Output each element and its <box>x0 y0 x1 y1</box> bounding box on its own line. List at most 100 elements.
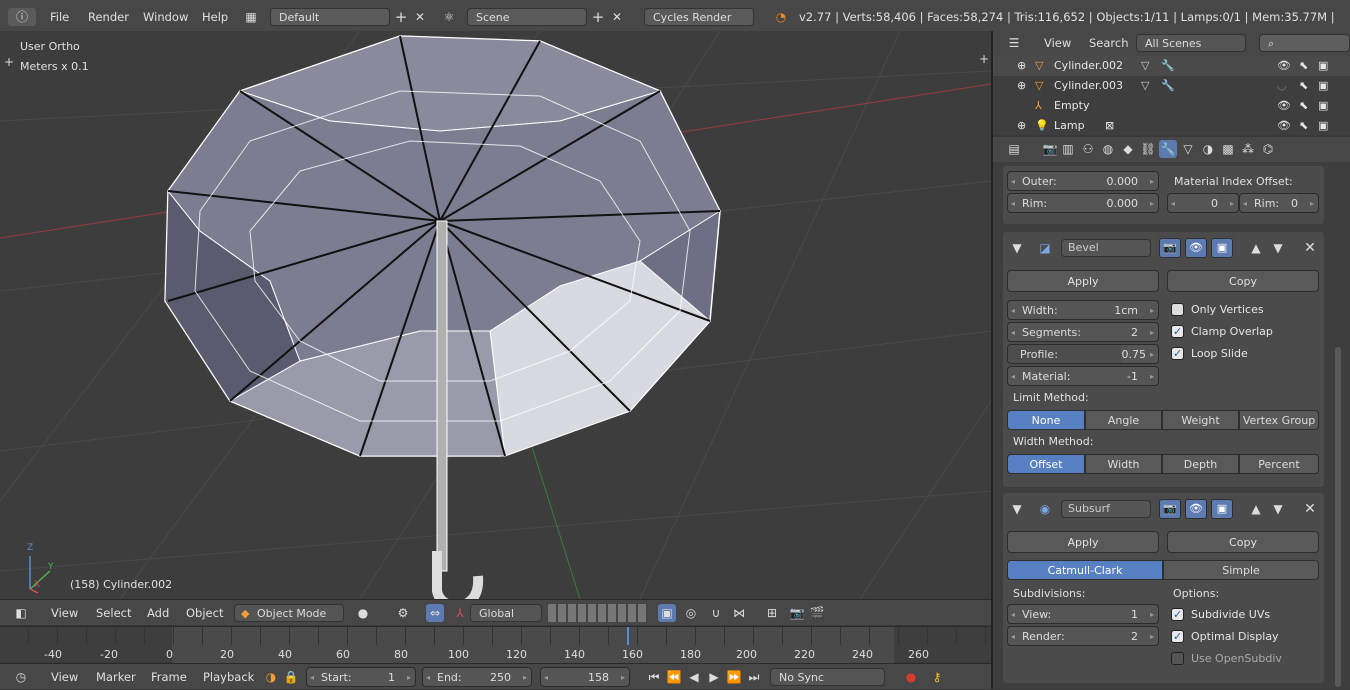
editmode-toggle-icon[interactable]: ▣ <box>1211 499 1233 519</box>
view3d-menu-select[interactable]: Select <box>96 600 131 626</box>
subsurf-view-field[interactable]: View: 1 <box>1007 604 1159 625</box>
remove-scene-icon[interactable]: ✕ <box>608 8 626 26</box>
expand-icon[interactable]: ⊕ <box>1017 76 1026 96</box>
jump-end-icon[interactable]: ⏭ <box>745 668 763 686</box>
tab-scene-icon[interactable]: ⚇ <box>1079 140 1097 158</box>
auto-key-record-icon[interactable]: ● <box>902 668 920 686</box>
subsurf-render-field[interactable]: Render: 2 <box>1007 626 1159 647</box>
sync-select[interactable]: No Sync <box>770 668 885 686</box>
subdivide-uvs-checkbox[interactable]: Subdivide UVs <box>1171 607 1270 625</box>
menu-help[interactable]: Help <box>202 0 228 34</box>
transform-axes-icon[interactable]: ⅄ <box>451 604 469 622</box>
add-scene-icon[interactable]: + <box>589 8 607 26</box>
outliner-editor-icon[interactable]: ☰ <box>1005 34 1023 52</box>
move-down-icon[interactable]: ▼ <box>1269 500 1287 518</box>
visibility-eye-icon[interactable]: ◡ <box>1277 76 1287 96</box>
optimal-display-checkbox[interactable]: Optimal Display <box>1171 629 1279 647</box>
outliner-object-name[interactable]: Empty <box>1054 96 1089 116</box>
tab-render-icon[interactable]: 📷 <box>1041 140 1059 158</box>
remove-modifier-icon[interactable]: ✕ <box>1301 239 1319 257</box>
outliner-object-name[interactable]: Cylinder.003 <box>1054 76 1123 96</box>
tab-world-icon[interactable]: ◍ <box>1099 140 1117 158</box>
jump-start-icon[interactable]: ⏮ <box>645 668 663 686</box>
bevel-apply-button[interactable]: Apply <box>1007 270 1159 292</box>
outliner-object-name[interactable]: Cylinder.002 <box>1054 56 1123 76</box>
render-camera-icon[interactable]: ▣ <box>1318 76 1328 96</box>
select-cursor-icon[interactable]: ⬉ <box>1299 56 1308 76</box>
outliner-row[interactable]: ⊕ 💡 Lamp ⊠ 👁 ⬉ ▣ <box>993 116 1350 136</box>
select-cursor-icon[interactable]: ⬉ <box>1299 96 1308 116</box>
render-toggle-icon[interactable]: 📷 <box>1159 238 1181 258</box>
timeline-menu-marker[interactable]: Marker <box>96 664 136 690</box>
render-engine-select[interactable]: Cycles Render <box>644 8 754 26</box>
menu-render[interactable]: Render <box>88 0 129 34</box>
properties-scrollbar[interactable] <box>1335 347 1341 687</box>
layout-field[interactable]: Default <box>270 8 390 26</box>
menu-window[interactable]: Window <box>143 0 188 34</box>
keying-set-icon[interactable]: ⚷ <box>928 668 946 686</box>
subsurf-copy-button[interactable]: Copy <box>1167 531 1319 553</box>
width-depth-button[interactable]: Depth <box>1162 454 1239 474</box>
3d-viewport[interactable]: User Ortho Meters x 0.1 Z Y X (158) Cyli… <box>0 31 991 599</box>
proportional-edit-icon[interactable]: ◎ <box>682 604 700 622</box>
select-cursor-icon[interactable]: ⬉ <box>1299 116 1308 136</box>
start-frame-field[interactable]: Start: 1 <box>306 667 416 688</box>
outliner-row[interactable]: ⊕ ▽ Cylinder.002 ▽ 🔧 👁 ⬉ ▣ <box>993 56 1350 76</box>
tab-physics-icon[interactable]: ⌬ <box>1259 140 1277 158</box>
select-cursor-icon[interactable]: ⬉ <box>1299 76 1308 96</box>
bevel-segments-field[interactable]: Segments: 2 <box>1007 322 1159 343</box>
collapse-arrow-icon[interactable]: ▼ <box>1008 500 1026 518</box>
render-camera-icon[interactable]: ▣ <box>1318 56 1328 76</box>
outer-field[interactable]: Outer: 0.000 <box>1007 171 1159 192</box>
toolshelf-toggle-icon[interactable]: + <box>0 53 18 71</box>
bevel-profile-slider[interactable]: Profile: 0.75 <box>1007 344 1159 365</box>
play-reverse-icon[interactable]: ◀ <box>685 668 703 686</box>
tab-material-icon[interactable]: ◑ <box>1199 140 1217 158</box>
bevel-name-field[interactable]: Bevel <box>1061 239 1151 257</box>
timeline-menu-frame[interactable]: Frame <box>151 664 187 690</box>
play-icon[interactable]: ▶ <box>705 668 723 686</box>
collapse-arrow-icon[interactable]: ▼ <box>1008 239 1026 257</box>
only-vertices-checkbox[interactable]: Only Vertices <box>1171 302 1264 320</box>
properties-editor-icon[interactable]: ▤ <box>1005 140 1023 158</box>
layer-buttons[interactable] <box>548 604 648 622</box>
material-offset-field[interactable]: 0 <box>1167 193 1239 214</box>
rim-field[interactable]: Rim: 0.000 <box>1007 193 1159 214</box>
editmode-toggle-icon[interactable]: ▣ <box>1211 238 1233 258</box>
limit-vertex-group-button[interactable]: Vertex Group <box>1239 410 1319 430</box>
catmull-clark-button[interactable]: Catmull-Clark <box>1007 560 1163 580</box>
render-camera-icon[interactable]: ▣ <box>1318 96 1328 116</box>
render-toggle-icon[interactable]: 📷 <box>1159 499 1181 519</box>
outliner-menu-view[interactable]: View <box>1044 31 1071 56</box>
tab-data-icon[interactable]: ▽ <box>1179 140 1197 158</box>
preview-range-lock-icon[interactable]: 🔒 <box>282 668 300 686</box>
outliner-row[interactable]: ⅄ Empty 👁 ⬉ ▣ <box>993 96 1350 116</box>
viewport-toggle-icon[interactable]: 👁 <box>1185 238 1207 258</box>
tab-object-icon[interactable]: ◆ <box>1119 140 1137 158</box>
remove-layout-icon[interactable]: ✕ <box>411 8 429 26</box>
clamp-overlap-checkbox[interactable]: Clamp Overlap <box>1171 324 1273 342</box>
width-percent-button[interactable]: Percent <box>1239 454 1319 474</box>
remove-modifier-icon[interactable]: ✕ <box>1301 500 1319 518</box>
screen-layout-icon[interactable]: ▦ <box>242 8 260 26</box>
visibility-eye-icon[interactable]: 👁 <box>1277 116 1291 136</box>
prev-keyframe-icon[interactable]: ⏪ <box>665 668 683 686</box>
current-frame-marker[interactable] <box>627 627 629 645</box>
limit-none-button[interactable]: None <box>1007 410 1085 430</box>
snap-element-icon[interactable]: ⋈ <box>730 604 748 622</box>
width-width-button[interactable]: Width <box>1085 454 1162 474</box>
shading-sphere-icon[interactable]: ● <box>354 604 372 622</box>
visibility-eye-icon[interactable]: 👁 <box>1277 56 1291 76</box>
editor-type-cube-icon[interactable]: ◧ <box>12 604 30 622</box>
snap-magnet-icon[interactable]: ∪ <box>707 604 725 622</box>
timeline-ruler[interactable] <box>0 626 991 663</box>
tab-render-layers-icon[interactable]: ▥ <box>1059 140 1077 158</box>
timeline-editor-icon[interactable]: ◷ <box>12 668 30 686</box>
editor-split-divider[interactable] <box>991 31 993 689</box>
info-editor-icon[interactable]: ⓘ <box>8 8 36 26</box>
use-opensubdiv-checkbox[interactable]: Use OpenSubdiv <box>1171 651 1282 669</box>
bevel-material-field[interactable]: Material: -1 <box>1007 366 1159 387</box>
tab-modifiers-wrench-icon[interactable]: 🔧 <box>1159 140 1177 158</box>
render-camera-icon[interactable]: ▣ <box>1318 116 1328 136</box>
simple-button[interactable]: Simple <box>1163 560 1319 580</box>
